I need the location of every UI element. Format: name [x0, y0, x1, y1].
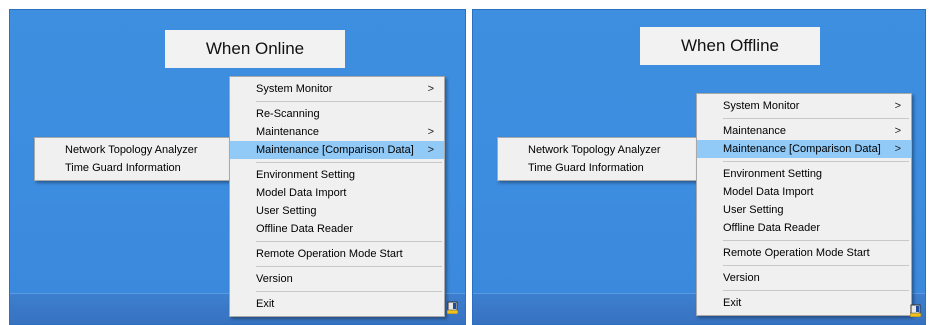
menu-separator — [723, 240, 909, 241]
menu-item-label: Maintenance — [723, 125, 786, 137]
menu-item-label: Remote Operation Mode Start — [723, 247, 870, 259]
menu-item-re-scanning[interactable]: Re-Scanning — [230, 105, 444, 123]
menu-item-label: Maintenance [Comparison Data] — [256, 144, 414, 156]
menu-item-system-monitor[interactable]: System Monitor > — [697, 97, 911, 115]
menu-item-remote-operation-mode-start[interactable]: Remote Operation Mode Start — [697, 244, 911, 262]
maintenance-submenu: Network Topology Analyzer Time Guard Inf… — [34, 137, 232, 181]
menu-item-user-setting[interactable]: User Setting — [697, 201, 911, 219]
menu-item-maintenance[interactable]: Maintenance > — [697, 122, 911, 140]
menu-item-model-data-import[interactable]: Model Data Import — [230, 184, 444, 202]
menu-item-time-guard-information[interactable]: Time Guard Information — [498, 159, 696, 177]
chevron-right-icon: > — [427, 83, 434, 95]
menu-separator — [256, 291, 442, 292]
menu-item-label: Version — [723, 272, 760, 284]
menu-item-label: User Setting — [723, 204, 784, 216]
menu-separator — [256, 266, 442, 267]
menu-separator — [723, 290, 909, 291]
menu-item-label: Network Topology Analyzer — [65, 144, 198, 156]
menu-item-offline-data-reader[interactable]: Offline Data Reader — [697, 219, 911, 237]
chevron-right-icon: > — [894, 100, 901, 112]
menu-item-label: System Monitor — [256, 83, 333, 95]
desktop-panel-offline: When Offline Network Topology Analyzer T… — [472, 9, 926, 325]
menu-item-time-guard-information[interactable]: Time Guard Information — [35, 159, 231, 177]
menu-item-label: System Monitor — [723, 100, 800, 112]
tray-app-icon[interactable] — [447, 301, 458, 314]
menu-separator — [256, 162, 442, 163]
menu-item-exit[interactable]: Exit — [230, 295, 444, 313]
menu-item-label: Re-Scanning — [256, 108, 320, 120]
menu-item-label: Maintenance [Comparison Data] — [723, 143, 881, 155]
menu-item-label: Network Topology Analyzer — [528, 144, 661, 156]
panel-caption: When Offline — [640, 27, 820, 65]
menu-item-network-topology-analyzer[interactable]: Network Topology Analyzer — [498, 141, 696, 159]
menu-item-label: User Setting — [256, 205, 317, 217]
menu-item-label: Time Guard Information — [528, 162, 644, 174]
menu-item-remote-operation-mode-start[interactable]: Remote Operation Mode Start — [230, 245, 444, 263]
menu-item-model-data-import[interactable]: Model Data Import — [697, 183, 911, 201]
desktop-panel-online: When Online Network Topology Analyzer Ti… — [9, 9, 466, 325]
menu-item-label: Model Data Import — [256, 187, 347, 199]
menu-separator — [256, 241, 442, 242]
menu-item-label: Exit — [256, 298, 275, 310]
maintenance-submenu: Network Topology Analyzer Time Guard Inf… — [497, 137, 697, 181]
chevron-right-icon: > — [427, 126, 434, 138]
menu-item-label: Offline Data Reader — [723, 222, 821, 234]
menu-item-network-topology-analyzer[interactable]: Network Topology Analyzer — [35, 141, 231, 159]
menu-item-exit[interactable]: Exit — [697, 294, 911, 312]
menu-separator — [723, 161, 909, 162]
menu-item-label: Version — [256, 273, 293, 285]
menu-item-label: Exit — [723, 297, 742, 309]
tray-app-icon[interactable] — [910, 304, 921, 317]
menu-item-label: Environment Setting — [723, 168, 823, 180]
menu-item-environment-setting[interactable]: Environment Setting — [697, 165, 911, 183]
menu-separator — [723, 118, 909, 119]
menu-item-system-monitor[interactable]: System Monitor > — [230, 80, 444, 98]
menu-item-version[interactable]: Version — [230, 270, 444, 288]
menu-item-maintenance-comparison-data[interactable]: Maintenance [Comparison Data] > — [230, 141, 444, 159]
context-menu: System Monitor > Maintenance > Maintenan… — [696, 93, 912, 316]
menu-item-maintenance-comparison-data[interactable]: Maintenance [Comparison Data] > — [697, 140, 911, 158]
menu-item-label: Remote Operation Mode Start — [256, 248, 403, 260]
panel-caption: When Online — [165, 30, 345, 68]
menu-item-label: Environment Setting — [256, 169, 356, 181]
menu-item-label: Offline Data Reader — [256, 223, 354, 235]
menu-item-label: Maintenance — [256, 126, 319, 138]
menu-item-environment-setting[interactable]: Environment Setting — [230, 166, 444, 184]
menu-item-user-setting[interactable]: User Setting — [230, 202, 444, 220]
menu-item-version[interactable]: Version — [697, 269, 911, 287]
menu-separator — [256, 101, 442, 102]
menu-separator — [723, 265, 909, 266]
menu-item-label: Time Guard Information — [65, 162, 181, 174]
chevron-right-icon: > — [894, 143, 901, 155]
menu-item-maintenance[interactable]: Maintenance > — [230, 123, 444, 141]
context-menu: System Monitor > Re-Scanning Maintenance… — [229, 76, 445, 317]
menu-item-offline-data-reader[interactable]: Offline Data Reader — [230, 220, 444, 238]
menu-item-label: Model Data Import — [723, 186, 814, 198]
chevron-right-icon: > — [427, 144, 434, 156]
chevron-right-icon: > — [894, 125, 901, 137]
